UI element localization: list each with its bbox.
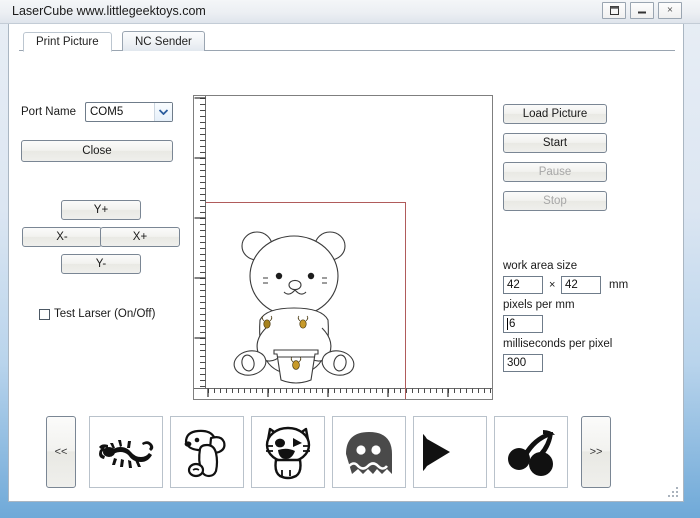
tab-print-picture-label: Print Picture [36,36,99,48]
work-area-width-input[interactable]: 42 [503,276,543,294]
application-window: LaserCube www.littlegeektoys.com × Print… [0,0,700,518]
work-area-times-symbol: × [549,279,556,291]
load-picture-button[interactable]: Load Picture [503,104,607,124]
client-area: Print Picture NC Sender Port Name COM5 C… [8,24,684,502]
pacman-ghost-icon [346,432,392,474]
close-button[interactable]: Close [21,140,173,162]
pixels-per-mm-input[interactable]: 6 [503,315,543,333]
window-controls: × [602,2,682,19]
test-laser-checkbox[interactable] [39,308,50,320]
work-area-size-label: work area size [503,260,578,272]
port-name-label: Port Name [21,106,76,118]
jog-x-minus-button[interactable]: X- [22,227,102,247]
work-area-height-value: 42 [565,279,578,291]
text-caret [507,318,508,330]
start-label: Start [542,137,568,149]
jog-y-minus-button[interactable]: Y- [61,254,141,274]
work-area-unit-label: mm [609,279,629,291]
vertical-ruler [194,96,206,399]
pac-man-icon [423,434,450,471]
gallery-item-snoopy[interactable] [170,416,244,488]
window-title: LaserCube www.littlegeektoys.com [12,4,206,18]
ms-per-pixel-label: milliseconds per pixel [503,338,613,350]
stop-label: Stop [543,195,567,207]
load-picture-label: Load Picture [522,108,588,120]
ms-per-pixel-input[interactable]: 300 [503,354,543,372]
close-icon[interactable]: × [658,2,682,19]
restore-icon[interactable] [602,2,626,19]
gallery-next-label: >> [589,446,603,458]
jog-x-plus-label: X+ [132,231,148,243]
gallery-item-cat[interactable] [251,416,325,488]
jog-y-plus-button[interactable]: Y+ [61,200,141,220]
chevron-down-icon [154,103,172,121]
angry-cat-icon [265,426,311,480]
preview-image-teddy-bear [233,231,355,384]
jog-x-plus-button[interactable]: X+ [100,227,180,247]
scorpion-icon [99,440,154,468]
stop-button[interactable]: Stop [503,191,607,211]
tab-nc-sender-label: NC Sender [135,35,192,48]
gallery-next-button[interactable]: >> [581,416,611,488]
snoopy-icon [184,429,226,478]
title-bar: LaserCube www.littlegeektoys.com × [0,0,700,24]
work-area-width-value: 42 [507,279,520,291]
resize-grip-icon[interactable] [668,487,680,499]
gallery-item-ghost[interactable] [332,416,406,488]
minimize-icon[interactable] [630,2,654,19]
pause-button[interactable]: Pause [503,162,607,182]
work-area-height-input[interactable]: 42 [561,276,601,294]
jog-x-minus-label: X- [56,231,68,243]
pixels-per-mm-value: 6 [509,318,516,330]
gallery-item-scorpion[interactable] [89,416,163,488]
ms-per-pixel-value: 300 [507,357,527,369]
start-button[interactable]: Start [503,133,607,153]
test-laser-label: Test Larser (On/Off) [54,308,156,320]
jog-y-plus-label: Y+ [93,204,109,216]
close-button-label: Close [82,145,112,157]
picture-preview-canvas[interactable] [193,95,493,400]
cherries-icon [508,430,555,476]
port-name-value: COM5 [90,106,124,118]
pause-label: Pause [538,166,572,178]
gallery-item-cherries[interactable] [494,416,568,488]
pixels-per-mm-label: pixels per mm [503,299,575,311]
gallery-prev-button[interactable]: << [46,416,76,488]
gallery-item-pacman[interactable] [413,416,487,488]
gallery-prev-label: << [54,446,68,458]
tab-baseline [19,50,675,51]
test-laser-checkbox-row[interactable]: Test Larser (On/Off) [39,308,155,320]
tab-print-picture[interactable]: Print Picture [23,32,112,52]
tab-strip: Print Picture NC Sender [19,29,675,52]
port-name-select[interactable]: COM5 [85,102,173,122]
tab-nc-sender[interactable]: NC Sender [122,31,205,51]
jog-y-minus-label: Y- [95,258,107,270]
